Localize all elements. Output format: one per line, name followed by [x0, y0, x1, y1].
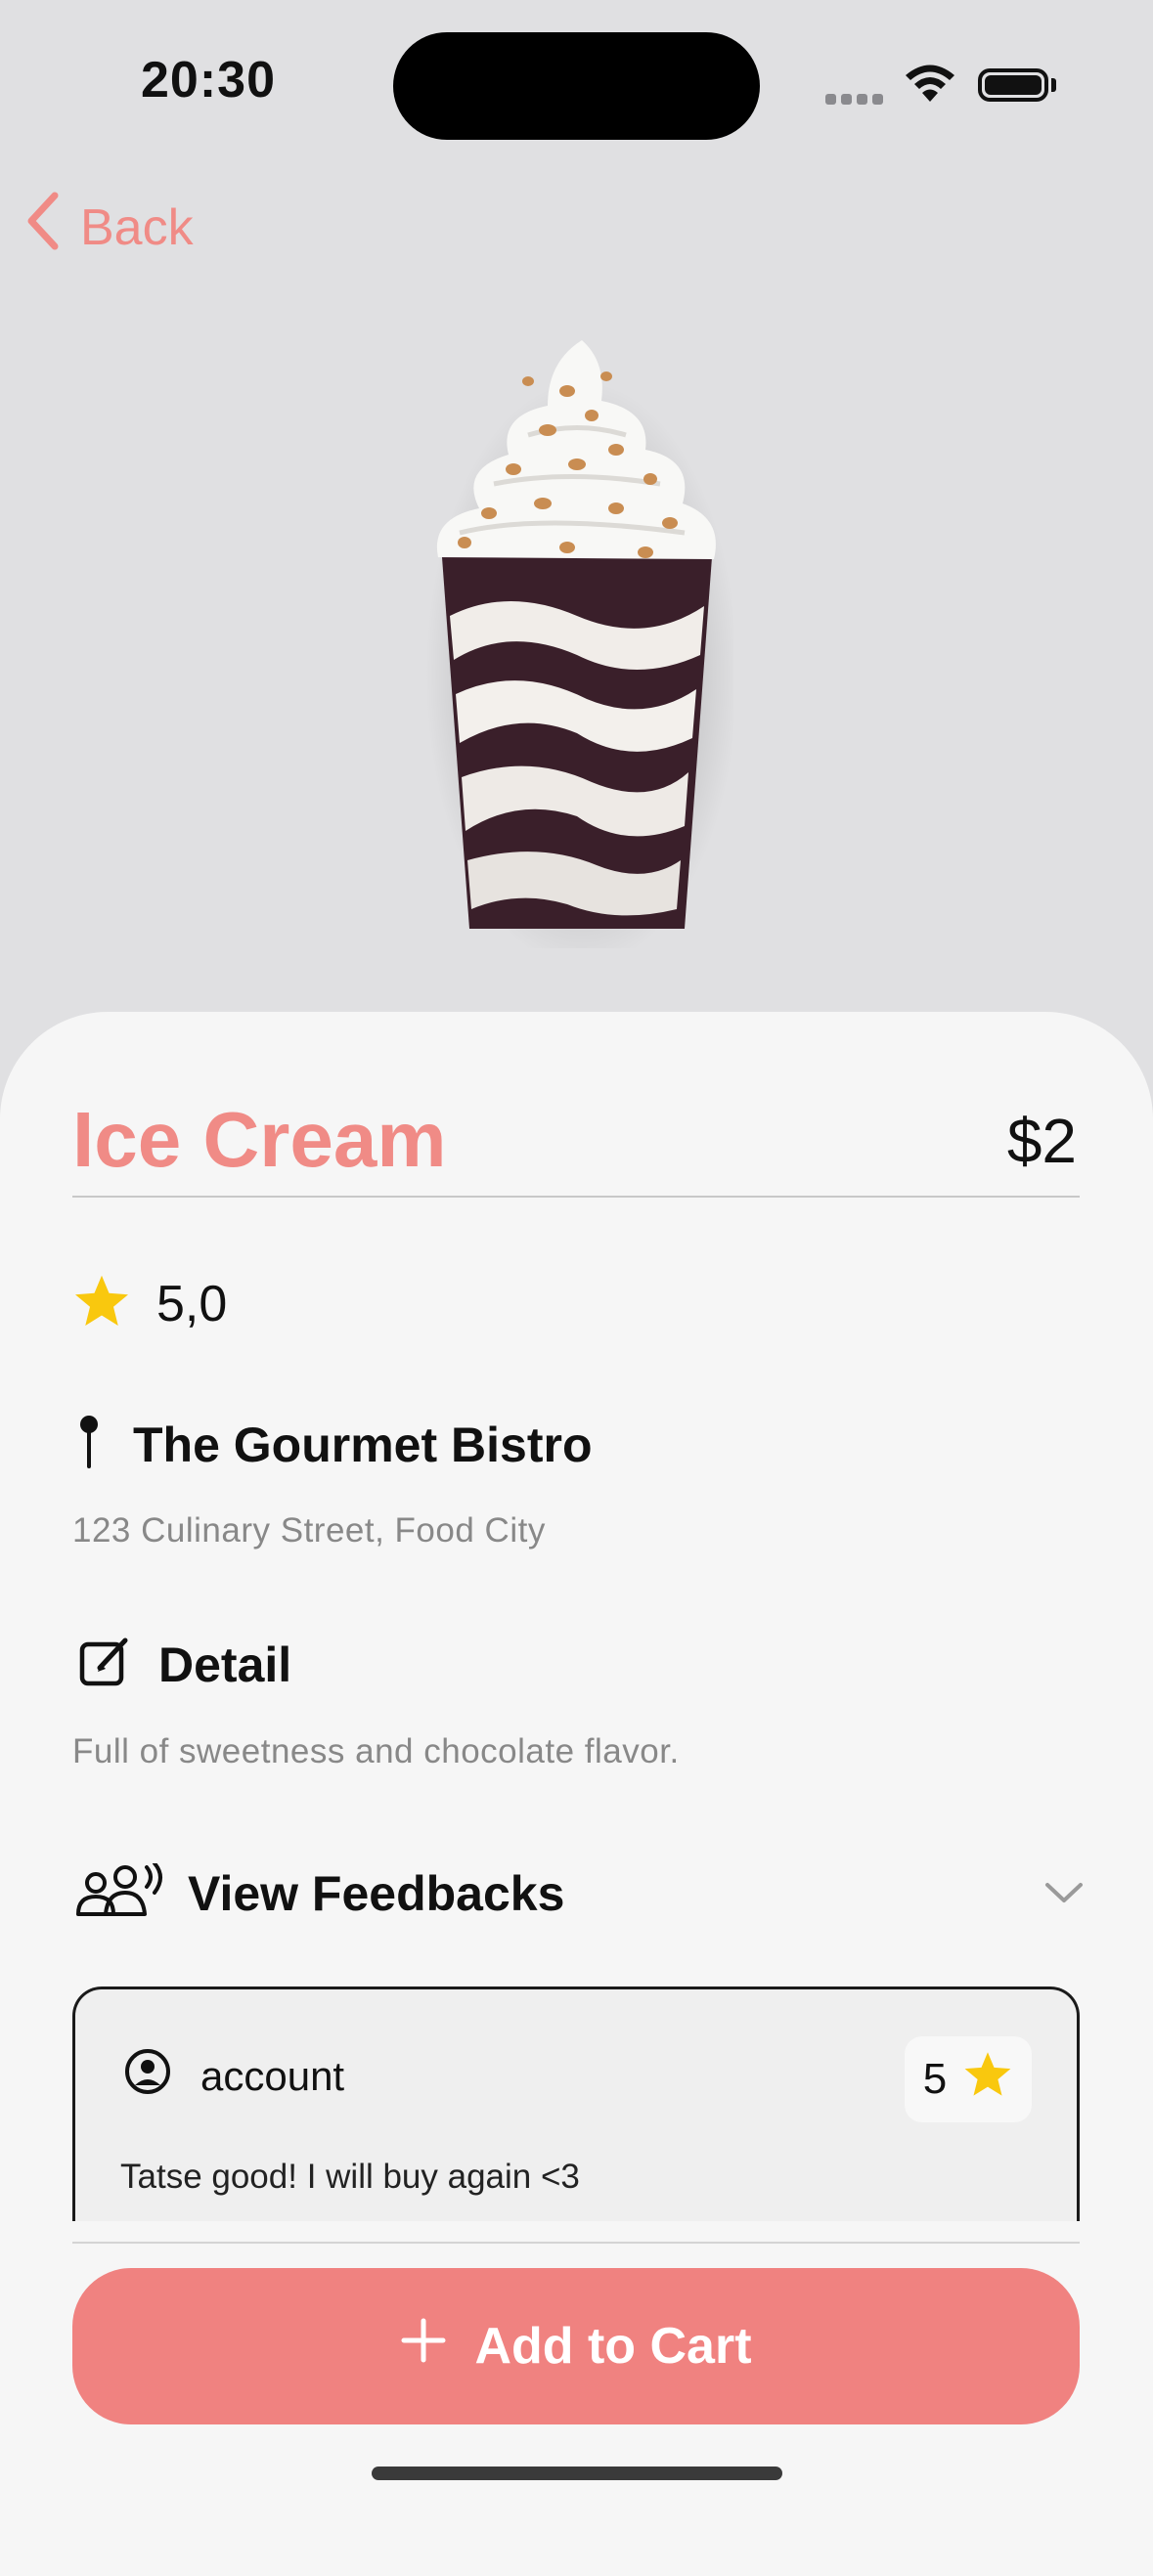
- rating-row: 5,0: [72, 1273, 227, 1334]
- feedback-score-badge: 5: [905, 2036, 1032, 2122]
- map-pin-icon: [78, 1414, 100, 1475]
- star-icon: [72, 1273, 131, 1334]
- chevron-down-icon[interactable]: [1044, 1881, 1084, 1909]
- battery-cap: [1051, 78, 1056, 92]
- plus-icon: [400, 2317, 447, 2377]
- detail-row: Detail: [78, 1635, 291, 1694]
- product-image: [421, 323, 738, 968]
- star-icon: [962, 2050, 1013, 2110]
- product-price: $2: [1006, 1106, 1077, 1176]
- feedback-username: account: [200, 2053, 345, 2099]
- people-speaking-icon: [76, 1861, 166, 1923]
- back-button[interactable]: Back: [23, 192, 194, 263]
- feedback-score: 5: [922, 2055, 948, 2103]
- battery-icon: [978, 68, 1048, 102]
- restaurant-row: The Gourmet Bistro: [78, 1414, 592, 1475]
- detail-description: Full of sweetness and chocolate flavor.: [72, 1732, 680, 1770]
- add-to-cart-label: Add to Cart: [474, 2318, 752, 2375]
- add-to-cart-button[interactable]: Add to Cart: [72, 2268, 1080, 2424]
- user-avatar-icon: [124, 2048, 171, 2105]
- detail-title: Detail: [158, 1637, 292, 1692]
- restaurant-address: 123 Culinary Street, Food City: [72, 1511, 546, 1550]
- wifi-icon: [904, 63, 956, 109]
- title-divider: [72, 1196, 1080, 1198]
- footer-divider: [72, 2242, 1080, 2244]
- cellular-signal-icon: [825, 92, 888, 109]
- status-time: 20:30: [141, 52, 276, 109]
- home-indicator[interactable]: [372, 2467, 782, 2480]
- view-feedbacks-toggle[interactable]: View Feedbacks: [76, 1861, 565, 1923]
- rating-value: 5,0: [156, 1275, 228, 1332]
- edit-note-icon: [78, 1635, 133, 1694]
- feedback-user: account: [124, 2048, 344, 2105]
- feedback-card: account 5 Tatse good! I will buy again <…: [72, 1987, 1080, 2221]
- chevron-left-icon: [23, 192, 63, 263]
- feedbacks-title: View Feedbacks: [188, 1865, 565, 1921]
- product-title: Ice Cream: [72, 1096, 447, 1183]
- dynamic-island: [393, 32, 760, 140]
- feedback-comment: Tatse good! I will buy again <3: [120, 2158, 580, 2196]
- restaurant-name: The Gourmet Bistro: [133, 1417, 593, 1472]
- back-label: Back: [80, 198, 194, 256]
